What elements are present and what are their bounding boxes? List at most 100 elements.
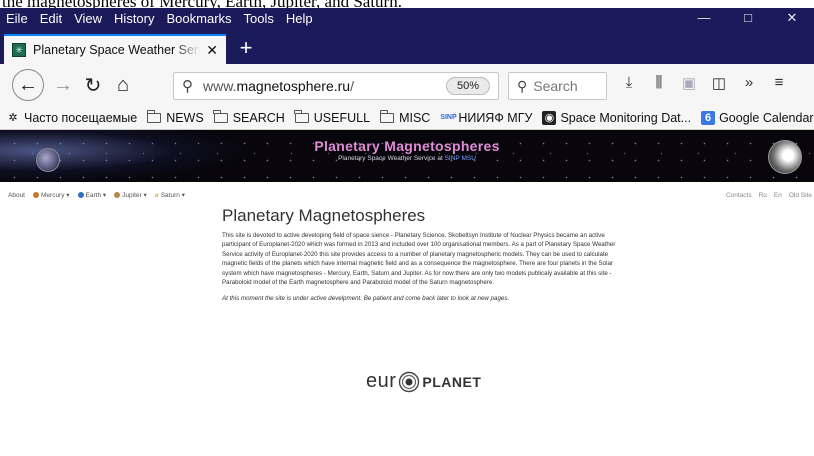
close-window-button[interactable]: ✕ — [770, 10, 814, 26]
zoom-level-badge[interactable]: 50% — [445, 77, 490, 95]
menu-help[interactable]: Help — [280, 11, 319, 26]
folder-icon — [213, 109, 228, 123]
bookmark-label: SEARCH — [232, 110, 285, 125]
bookmark-label: Google Calendar — [719, 110, 814, 125]
logo-text-eur: eur — [366, 370, 397, 392]
bookmark-sinp[interactable]: SINP НИИЯФ МГУ — [440, 111, 532, 125]
bookmark-label: NEWS — [166, 110, 204, 125]
new-tab-button[interactable]: + — [234, 36, 258, 60]
menu-edit[interactable]: Edit — [34, 11, 68, 26]
menu-tools[interactable]: Tools — [238, 11, 280, 26]
bookmark-label: USEFULL — [313, 110, 371, 125]
library-icon[interactable]: ⫼ — [644, 74, 674, 92]
earth-icon — [77, 192, 84, 198]
logo-text-planet: PLANET — [422, 373, 482, 390]
caption-text: the magnetospheres of Mercury, Earth, Ju… — [0, 0, 814, 8]
forward-button[interactable]: → — [48, 70, 78, 100]
maximize-button[interactable]: □ — [726, 10, 770, 26]
screen: the magnetospheres of Mercury, Earth, Ju… — [0, 0, 814, 456]
sinp-icon: SINP — [440, 113, 457, 121]
nav-lang-en[interactable]: En — [774, 192, 782, 199]
nav-earth[interactable]: Earth ▾ — [77, 191, 107, 199]
bookmark-folder-news[interactable]: NEWS — [146, 109, 204, 125]
bookmark-label: Space Monitoring Dat... — [560, 110, 692, 125]
bookmark-folder-usefull[interactable]: USEFULL — [294, 109, 371, 125]
bookmark-label: НИИЯФ МГУ — [458, 110, 533, 125]
site-banner: Planetary Magnetospheres Planetary Space… — [0, 130, 814, 182]
reader-view-icon[interactable]: ▣ — [674, 74, 704, 92]
arrow-left-icon: ← — [18, 73, 38, 96]
sinp-msu-link[interactable]: SINP MSU — [445, 155, 476, 162]
nav-mercury[interactable]: Mercury ▾ — [33, 191, 70, 199]
navigation-toolbar: ← → ↻ ⌂ ⚲ www. magnetosphere.ru/ 50% ⚲ Se… — [0, 64, 814, 106]
sidebar-icon[interactable]: ◫ — [704, 74, 734, 92]
reload-button[interactable]: ↻ — [78, 70, 108, 100]
bookmark-folder-search[interactable]: SEARCH — [213, 109, 285, 125]
nav-contacts[interactable]: Contacts — [726, 192, 752, 199]
menu-history[interactable]: History — [108, 11, 160, 26]
jupiter-icon — [114, 192, 121, 198]
bookmark-most-visited[interactable]: ✲ Часто посещаемые — [6, 111, 137, 125]
nav-mercury-label: Mercury ▾ — [41, 192, 70, 199]
reload-icon: ↻ — [84, 74, 102, 97]
search-icon: ⚲ — [182, 78, 193, 95]
planet-image — [768, 140, 802, 174]
main-content: Planetary Magnetospheres This site is de… — [222, 206, 622, 304]
nav-lang-ru[interactable]: Ru — [759, 192, 767, 199]
close-tab-icon[interactable]: ✕ — [206, 42, 218, 59]
bookmark-label: Часто посещаемые — [24, 110, 138, 125]
development-note: At this moment the site is under active … — [222, 295, 510, 303]
tab-strip: ✳ Planetary Space Weather Servic ✕ + — [0, 28, 814, 64]
europlanet-ring-icon — [399, 371, 420, 392]
nav-old-site[interactable]: Old Site — [789, 192, 812, 199]
toolbar-icons: ⤓ ⫼ ▣ ◫ » ≡ — [614, 74, 794, 92]
tab-planetary-space-weather[interactable]: ✳ Planetary Space Weather Servic ✕ — [4, 34, 226, 64]
tab-title: Planetary Space Weather Servic — [33, 43, 201, 57]
saturn-icon: ø — [154, 191, 159, 199]
folder-icon — [146, 109, 162, 123]
folder-icon — [379, 109, 395, 123]
page-title: Planetary Magnetospheres — [222, 206, 426, 225]
site-favicon-icon: ✳ — [12, 43, 26, 57]
title-bar: Eile Edit View History Bookmarks Tools H… — [0, 8, 814, 28]
satellite-icon: ◉ — [542, 110, 557, 125]
nav-saturn[interactable]: ø Saturn ▾ — [154, 191, 185, 200]
intro-paragraph: This site is devoted to active developin… — [222, 232, 616, 287]
menu-file[interactable]: Eile — [0, 11, 34, 26]
menu-view[interactable]: View — [68, 11, 108, 26]
home-icon: ⌂ — [116, 73, 130, 96]
hamburger-menu-icon[interactable]: ≡ — [764, 74, 794, 92]
nav-earth-label: Earth ▾ — [85, 192, 107, 199]
banner-subtitle: Planetary Space Weather Service at SINP … — [0, 155, 814, 162]
mercury-icon — [33, 192, 39, 198]
search-field[interactable]: ⚲ Search — [508, 72, 607, 100]
window-controls: — □ ✕ — [682, 10, 814, 26]
home-button[interactable]: ⌂ — [108, 70, 138, 100]
address-bar[interactable]: ⚲ www. magnetosphere.ru/ 50% — [173, 72, 499, 100]
nav-right: Contacts Ru En Old Site — [726, 192, 814, 199]
back-button[interactable]: ← — [12, 69, 44, 101]
overflow-chevron-icon[interactable]: » — [734, 74, 764, 92]
bookmark-space-monitoring[interactable]: ◉ Space Monitoring Dat... — [542, 110, 692, 125]
nav-about[interactable]: About — [8, 192, 25, 199]
download-icon[interactable]: ⤓ — [614, 74, 644, 92]
banner-title: Planetary Magnetospheres — [314, 138, 500, 154]
url-suffix: / — [350, 78, 354, 94]
bookmark-google-calendar[interactable]: 6 Google Calendar — [701, 110, 814, 125]
calendar-icon: 6 — [701, 110, 716, 125]
url-domain: magnetosphere.ru — [236, 78, 351, 94]
gear-icon: ✲ — [8, 111, 18, 124]
europlanet-logo: eur PLANET — [366, 370, 481, 393]
folder-icon — [294, 109, 309, 123]
search-placeholder: Search — [533, 78, 578, 94]
menu-bookmarks[interactable]: Bookmarks — [161, 11, 238, 26]
nav-saturn-label: Saturn ▾ — [160, 192, 185, 199]
minimize-button[interactable]: — — [682, 10, 726, 26]
banner-subtitle-text: Planetary Space Weather Service at — [338, 155, 443, 162]
site-navigation: About Mercury ▾ Earth ▾ Jupiter ▾ ø Satur… — [0, 188, 814, 202]
bookmark-folder-misc[interactable]: MISC — [379, 109, 430, 125]
arrow-right-icon: → — [53, 73, 73, 96]
search-icon: ⚲ — [517, 77, 528, 94]
bookmarks-toolbar: ✲ Часто посещаемые NEWS SEARCH USEFULL MI… — [0, 106, 814, 130]
nav-jupiter[interactable]: Jupiter ▾ — [114, 191, 147, 199]
